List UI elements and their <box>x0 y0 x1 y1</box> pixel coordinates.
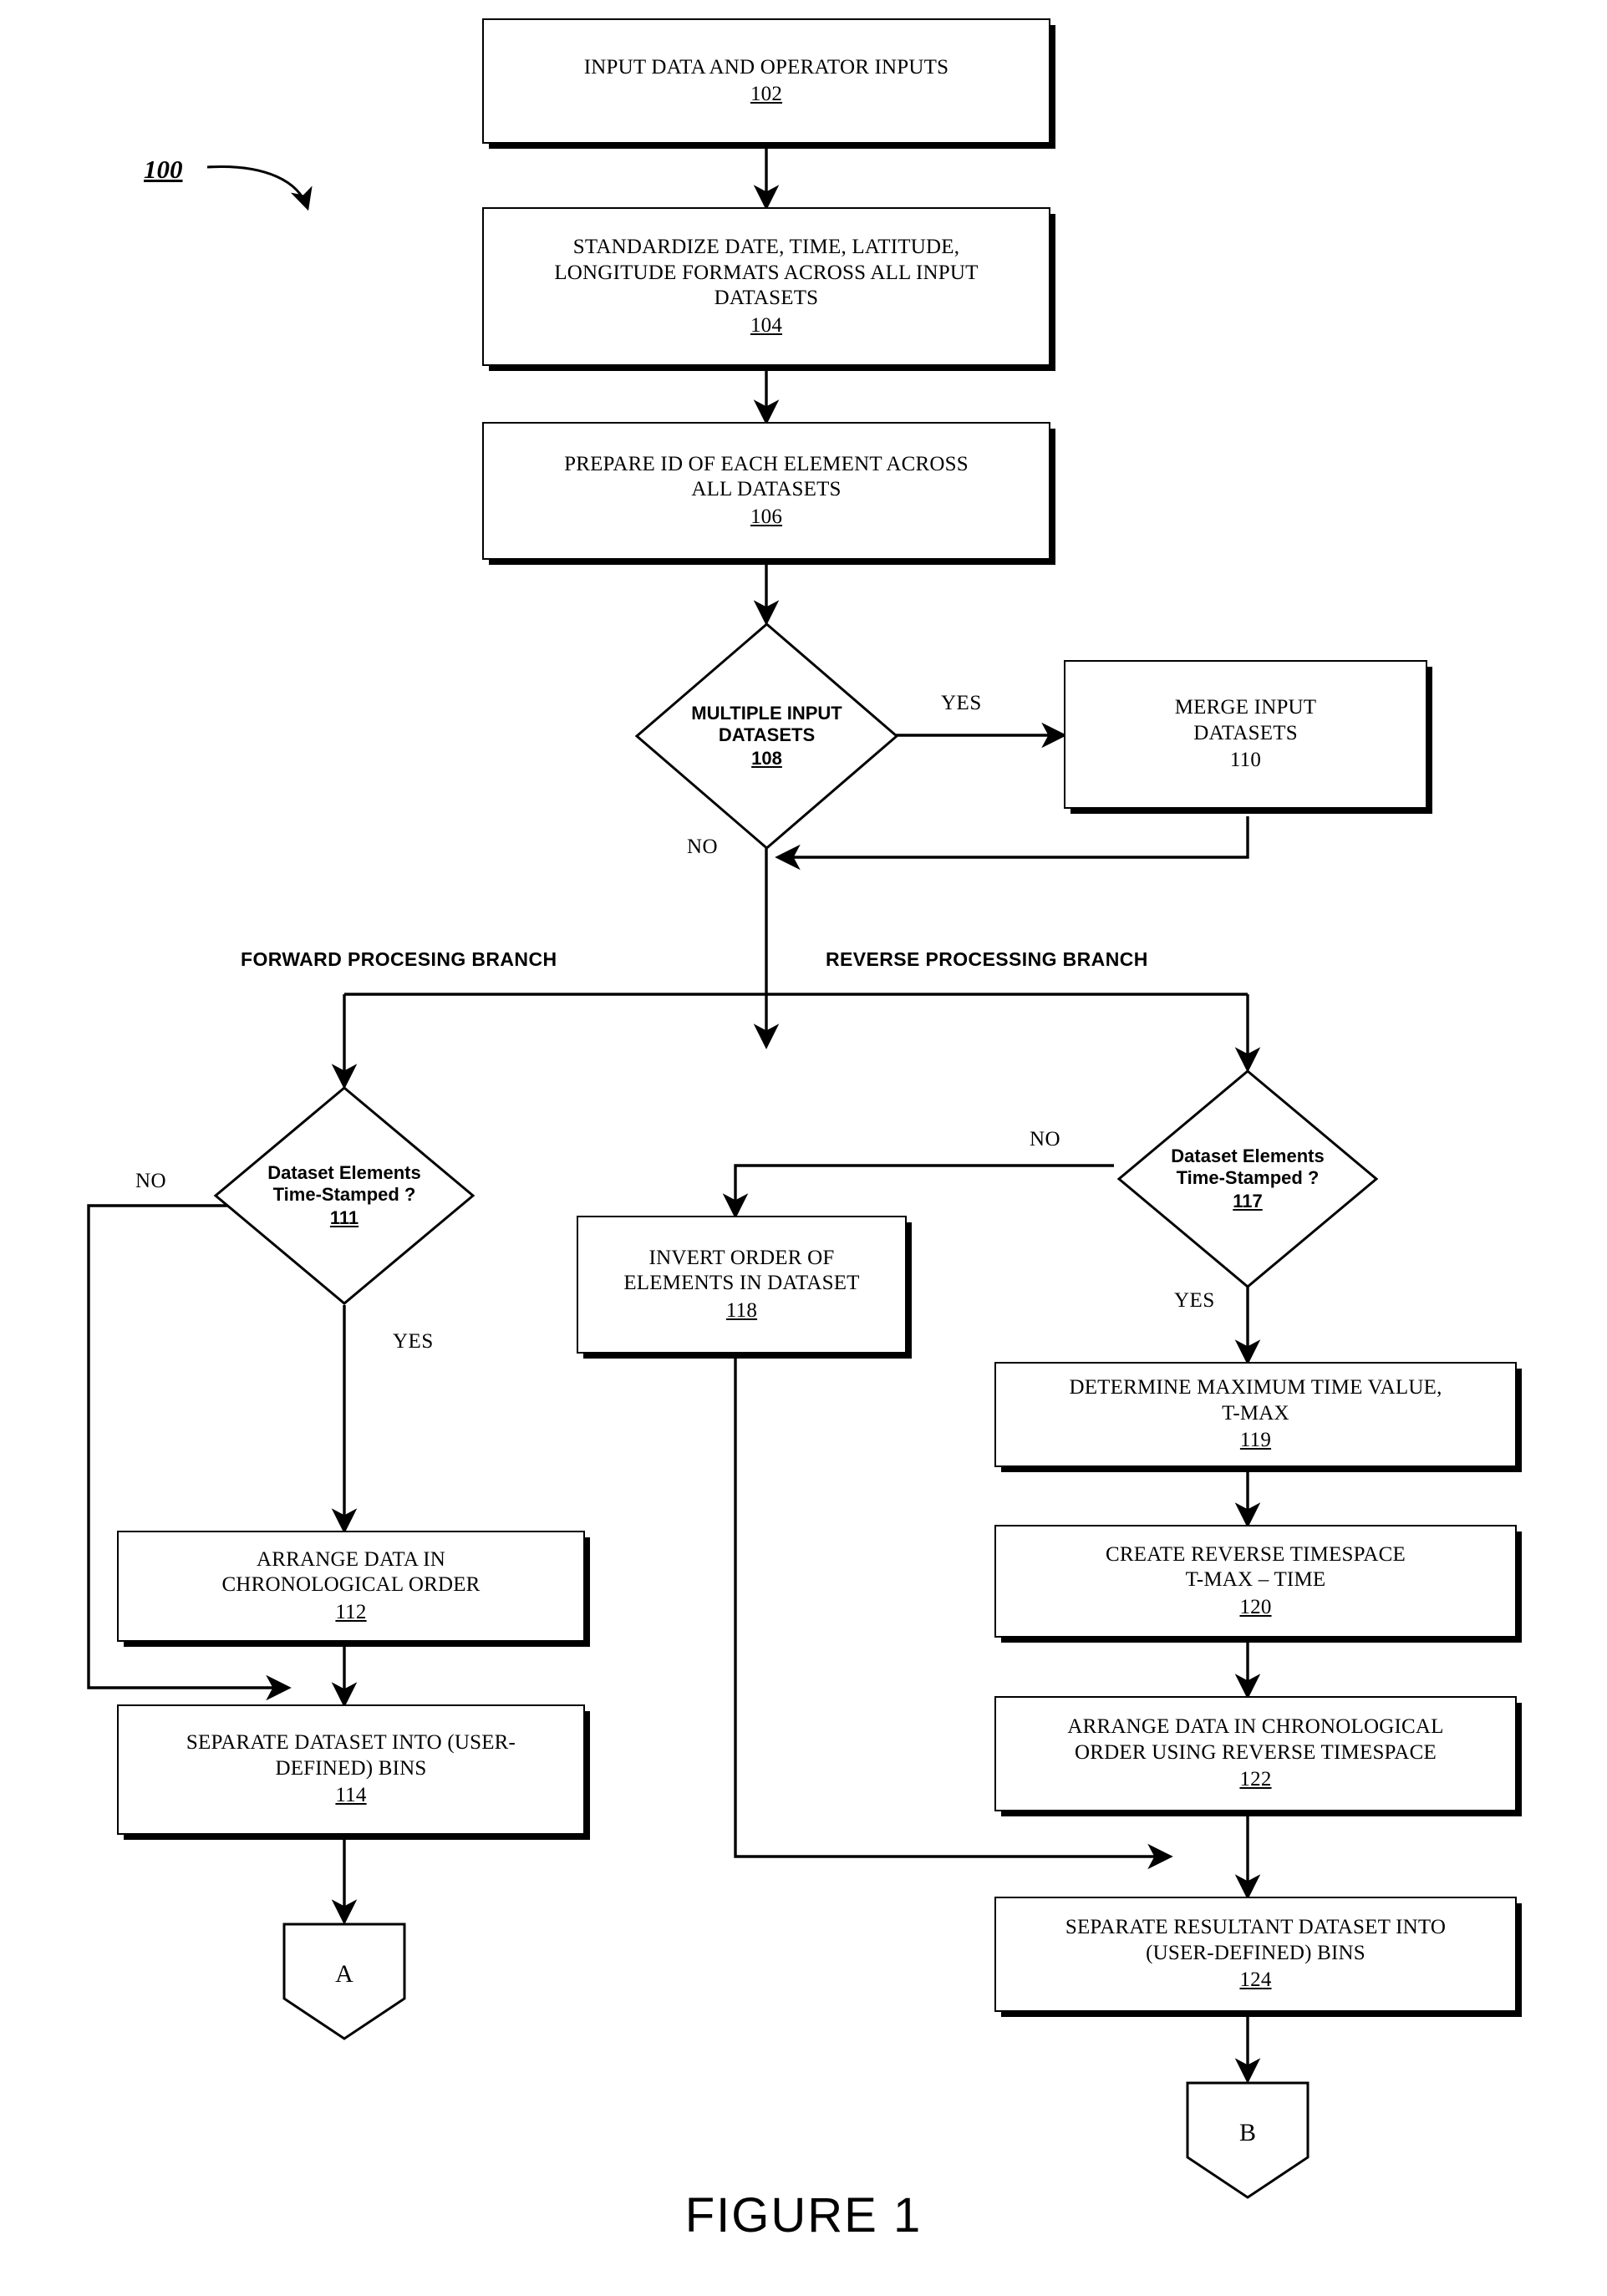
figure-reference-numeral: 100 <box>144 155 183 184</box>
decision-diamond-111: Dataset Elements Time-Stamped ? 111 <box>213 1086 475 1305</box>
process-box-110-text: MERGE INPUT DATASETS 110 <box>1174 696 1317 772</box>
reference-100-arrow <box>206 165 313 211</box>
edge-label-111-yes: YES <box>393 1330 434 1353</box>
edge-label-108-no: NO <box>687 836 719 858</box>
process-box-119: DETERMINE MAXIMUM TIME VALUE, T-MAX 119 <box>994 1362 1517 1467</box>
process-box-118-text: INVERT ORDER OF ELEMENTS IN DATASET 118 <box>623 1246 860 1322</box>
edge-label-108-yes: YES <box>941 692 982 714</box>
process-box-106: PREPARE ID OF EACH ELEMENT ACROSS ALL DA… <box>482 422 1050 560</box>
process-box-118: INVERT ORDER OF ELEMENTS IN DATASET 118 <box>577 1216 907 1354</box>
connector-b: B <box>1185 2080 1310 2200</box>
process-box-122: ARRANGE DATA IN CHRONOLOGICAL ORDER USIN… <box>994 1696 1517 1811</box>
process-box-120: CREATE REVERSE TIMESPACE T-MAX – TIME 12… <box>994 1525 1517 1638</box>
process-box-122-text: ARRANGE DATA IN CHRONOLOGICAL ORDER USIN… <box>1067 1715 1444 1791</box>
edge-label-117-yes: YES <box>1174 1289 1215 1312</box>
decision-diamond-117: Dataset Elements Time-Stamped ? 117 <box>1116 1069 1379 1288</box>
process-box-112: ARRANGE DATA IN CHRONOLOGICAL ORDER 112 <box>117 1531 585 1642</box>
process-box-119-text: DETERMINE MAXIMUM TIME VALUE, T-MAX 119 <box>1069 1376 1442 1452</box>
process-box-114-text: SEPARATE DATASET INTO (USER- DEFINED) BI… <box>186 1731 516 1807</box>
decision-diamond-108: MULTIPLE INPUT DATASETS 108 <box>634 622 899 850</box>
forward-branch-heading: FORWARD PROCESING BRANCH <box>241 948 557 970</box>
process-box-106-text: PREPARE ID OF EACH ELEMENT ACROSS ALL DA… <box>564 452 969 528</box>
connector-a: A <box>282 1922 407 2041</box>
process-box-112-text: ARRANGE DATA IN CHRONOLOGICAL ORDER 112 <box>221 1547 481 1623</box>
process-box-120-text: CREATE REVERSE TIMESPACE T-MAX – TIME 12… <box>1105 1542 1406 1618</box>
process-box-124-text: SEPARATE RESULTANT DATASET INTO (USER-DE… <box>1065 1916 1447 1992</box>
figure-1-flowchart: 100 FORWARD PROCESING BRANCH REVERSE PRO… <box>0 0 1607 2296</box>
edge-label-117-no: NO <box>1030 1128 1061 1151</box>
edge-117-no-to-118 <box>722 1164 1114 1219</box>
process-box-104-text: STANDARDIZE DATE, TIME, LATITUDE, LONGIT… <box>554 236 979 337</box>
process-box-102-text: INPUT DATA AND OPERATOR INPUTS 102 <box>583 55 949 106</box>
process-box-110: MERGE INPUT DATASETS 110 <box>1064 660 1427 809</box>
process-box-104: STANDARDIZE DATE, TIME, LATITUDE, LONGIT… <box>482 207 1050 366</box>
process-box-114: SEPARATE DATASET INTO (USER- DEFINED) BI… <box>117 1704 585 1835</box>
figure-caption: FIGURE 1 <box>684 2188 923 2243</box>
reverse-branch-heading: REVERSE PROCESSING BRANCH <box>826 948 1148 970</box>
process-box-124: SEPARATE RESULTANT DATASET INTO (USER-DE… <box>994 1897 1517 2012</box>
process-box-102: INPUT DATA AND OPERATOR INPUTS 102 <box>482 18 1050 144</box>
edge-label-111-no: NO <box>135 1170 167 1192</box>
